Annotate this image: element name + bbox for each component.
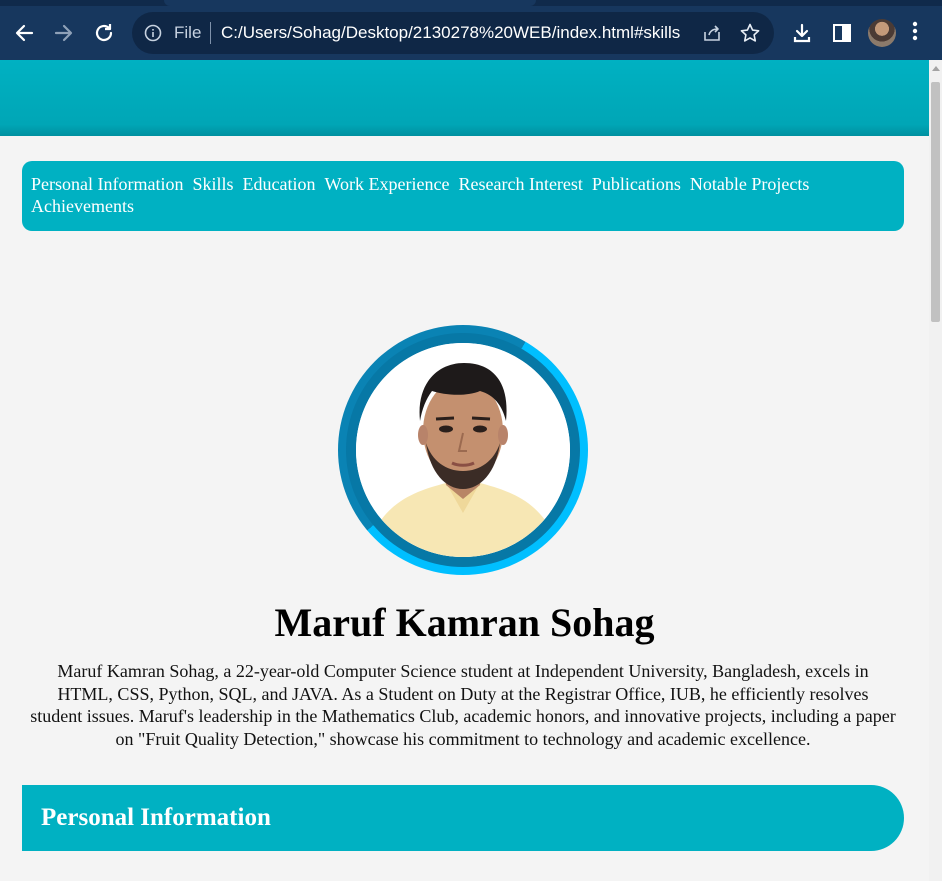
- profile-avatar[interactable]: [868, 19, 896, 47]
- address-bar[interactable]: File C:/Users/Sohag/Desktop/2130278%20WE…: [132, 12, 774, 54]
- nav-link-notable-projects[interactable]: Notable Projects: [690, 173, 809, 195]
- scroll-up-icon[interactable]: [932, 66, 940, 71]
- scrollbar-thumb[interactable]: [931, 82, 940, 322]
- profile-photo: [356, 343, 570, 557]
- back-arrow-icon[interactable]: [10, 19, 38, 47]
- more-menu-icon[interactable]: [912, 20, 918, 47]
- active-tab[interactable]: [164, 0, 536, 6]
- download-icon[interactable]: [788, 19, 816, 47]
- page-scrollbar[interactable]: [929, 60, 942, 881]
- section-title: Personal Information: [41, 804, 271, 831]
- nav-link-achievements[interactable]: Achievements: [31, 195, 134, 217]
- browser-toolbar: File C:/Users/Sohag/Desktop/2130278%20WE…: [0, 0, 942, 60]
- file-scheme-label: File: [174, 23, 202, 42]
- nav-link-work-experience[interactable]: Work Experience: [324, 173, 449, 195]
- profile-bio: Maruf Kamran Sohag, a 22-year-old Comput…: [30, 661, 896, 749]
- section-navigation: Personal Information Skills Education Wo…: [22, 161, 904, 231]
- url-text[interactable]: C:/Users/Sohag/Desktop/2130278%20WEB/ind…: [221, 23, 680, 43]
- nav-link-personal-information[interactable]: Personal Information: [31, 173, 183, 195]
- nav-link-publications[interactable]: Publications: [592, 173, 681, 195]
- page-header-band: [0, 60, 929, 136]
- tab-strip: [0, 0, 942, 6]
- omnibox-divider: [210, 22, 211, 44]
- info-icon[interactable]: [144, 24, 162, 47]
- side-panel-icon[interactable]: [828, 19, 856, 47]
- reload-icon[interactable]: [90, 19, 118, 47]
- profile-name-heading: Maruf Kamran Sohag: [274, 600, 655, 645]
- share-icon[interactable]: [702, 23, 722, 48]
- nav-link-education[interactable]: Education: [243, 173, 316, 195]
- nav-link-skills[interactable]: Skills: [192, 173, 233, 195]
- profile-photo-frame: [338, 325, 588, 575]
- forward-arrow-icon[interactable]: [50, 19, 78, 47]
- personal-information-section-header: Personal Information: [22, 785, 904, 851]
- nav-link-research-interest[interactable]: Research Interest: [458, 173, 582, 195]
- bookmark-star-icon[interactable]: [739, 22, 761, 49]
